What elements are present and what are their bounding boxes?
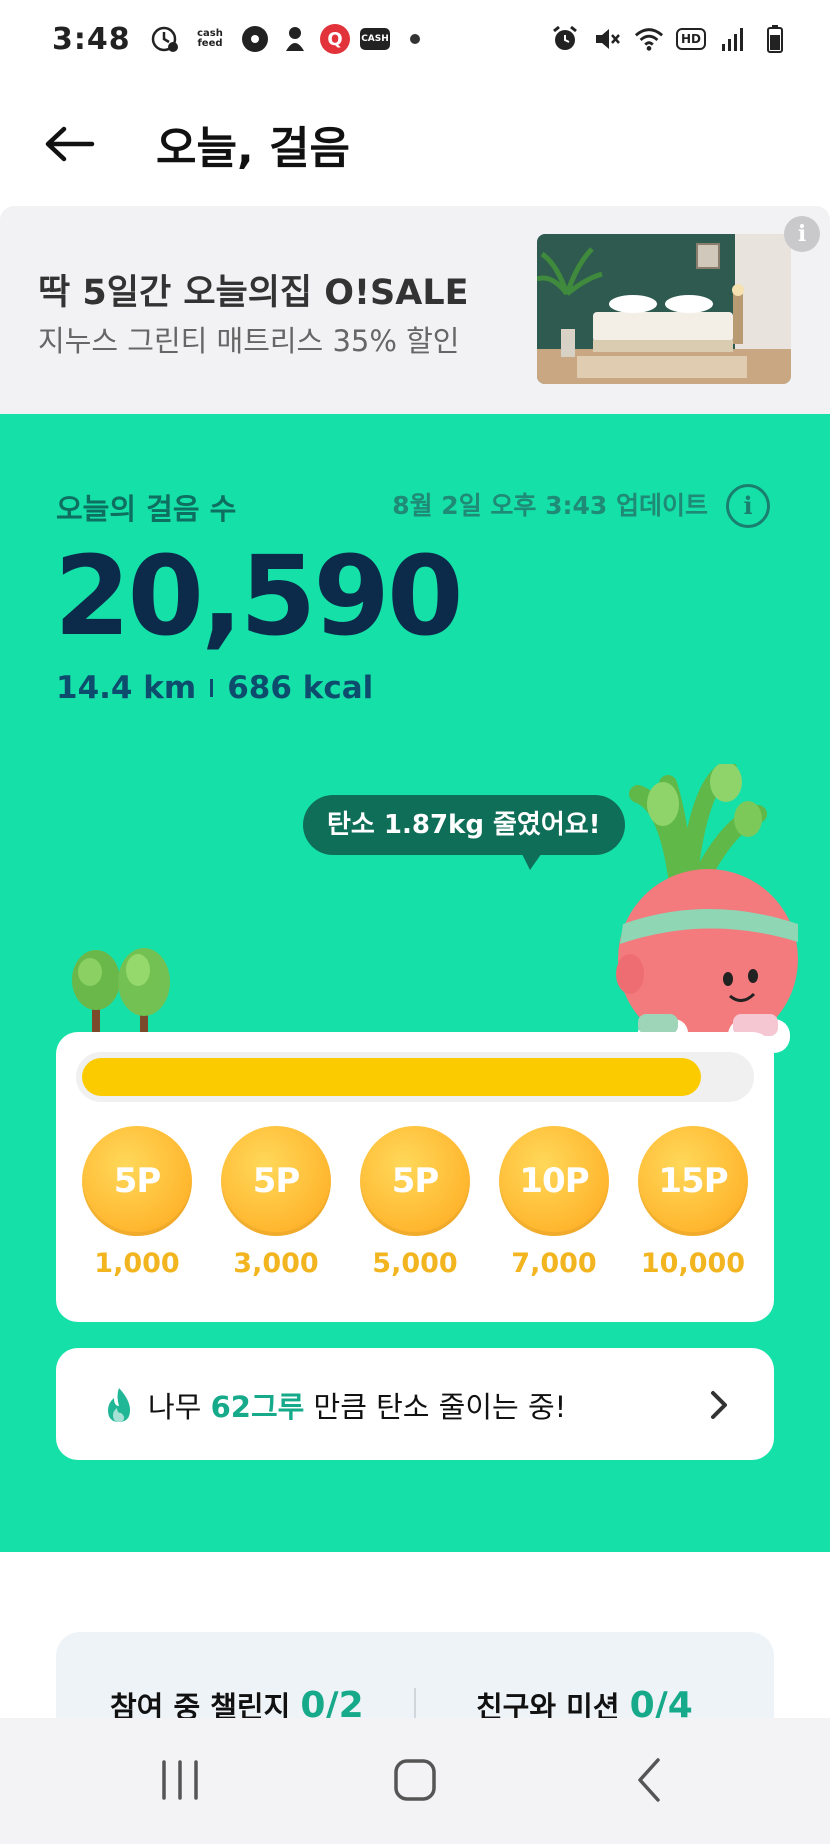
ad-title: 딱 5일간 오늘의집 O!SALE <box>38 273 469 313</box>
wifi-icon <box>634 24 664 54</box>
system-back-button[interactable] <box>620 1750 680 1810</box>
milestone-item[interactable]: 5P 5,000 <box>360 1126 470 1279</box>
tree-count: 62그루 <box>210 1390 305 1424</box>
hd-icon: HD <box>676 28 706 50</box>
chevron-right-icon <box>711 1391 727 1419</box>
carbon-card[interactable]: 나무 62그루 만큼 탄소 줄이는 중! <box>56 1348 774 1460</box>
q-app-icon: Q <box>320 24 350 54</box>
bubble-tail <box>520 850 544 870</box>
mascot-illustration <box>608 760 808 1074</box>
lower-section: 참여 중 챌린지 0/2 친구와 미션 0/4 <box>0 1552 830 1832</box>
progress-fill <box>82 1058 701 1096</box>
alarm-icon <box>550 24 580 54</box>
stats-divider <box>210 679 214 697</box>
milestone-item[interactable]: 5P 3,000 <box>221 1126 331 1279</box>
milestone-steps: 3,000 <box>233 1248 319 1279</box>
dot-icon <box>400 24 430 54</box>
carbon-prefix: 나무 <box>148 1390 211 1424</box>
home-button[interactable] <box>385 1750 445 1810</box>
carbon-bubble: 탄소 1.87kg 줄였어요! <box>303 795 625 855</box>
signal-icon <box>718 24 748 54</box>
carbon-text: 나무 62그루 만큼 탄소 줄이는 중! <box>148 1384 566 1426</box>
arrow-left-icon <box>45 126 95 162</box>
mascot-badge-icon <box>280 24 310 54</box>
cash-app-icon: CASH <box>360 28 390 50</box>
ad-mattress-image[interactable] <box>537 234 791 384</box>
milestone-item[interactable]: 5P 1,000 <box>82 1126 192 1279</box>
reward-coin[interactable]: 5P <box>360 1126 470 1236</box>
milestone-item[interactable]: 10P 7,000 <box>499 1126 609 1279</box>
status-left-icons: cash feed Q CASH <box>150 24 430 54</box>
app-header: 오늘, 걸음 <box>0 84 830 206</box>
ad-subtitle: 지누스 그린티 매트리스 35% 할인 <box>38 324 460 358</box>
chevron-left-icon <box>638 1758 660 1802</box>
flame-icon <box>108 1388 130 1422</box>
back-button[interactable] <box>40 114 100 174</box>
steps-label: 오늘의 걸음 수 <box>56 492 237 526</box>
cashfeed-icon: cash feed <box>197 28 223 49</box>
status-right-icons: HD <box>550 24 790 54</box>
system-nav-bar <box>0 1718 830 1844</box>
carbon-suffix: 만큼 탄소 줄이는 중! <box>304 1390 567 1424</box>
reward-coin[interactable]: 15P <box>638 1126 748 1236</box>
calories-value: 686 kcal <box>227 670 374 706</box>
recent-apps-button[interactable] <box>150 1750 210 1810</box>
milestone-steps: 1,000 <box>94 1248 180 1279</box>
milestone-item[interactable]: 15P 10,000 <box>638 1126 748 1279</box>
gear-badge-icon <box>240 24 270 54</box>
page-title: 오늘, 걸음 <box>156 123 350 174</box>
info-icon[interactable]: i <box>726 484 770 528</box>
ad-info-icon[interactable]: i <box>784 216 820 252</box>
milestone-steps: 10,000 <box>640 1248 746 1279</box>
recent-apps-icon <box>162 1760 198 1800</box>
milestone-list: 5P 1,000 5P 3,000 5P 5,000 10P 7,000 15P… <box>56 1126 774 1279</box>
reward-coin[interactable]: 5P <box>82 1126 192 1236</box>
status-time: 3:48 <box>52 22 131 57</box>
mute-icon <box>592 24 622 54</box>
steps-section: 오늘의 걸음 수 8월 2일 오후 3:43 업데이트 i 20,590 14.… <box>0 414 830 1552</box>
clock-badge-icon <box>150 24 180 54</box>
milestone-steps: 7,000 <box>511 1248 597 1279</box>
steps-count: 20,590 <box>54 532 463 660</box>
battery-icon <box>760 24 790 54</box>
reward-coin[interactable]: 10P <box>499 1126 609 1236</box>
ad-banner[interactable]: 딱 5일간 오늘의집 O!SALE 지누스 그린티 매트리스 35% 할인 i <box>0 206 830 414</box>
distance-value: 14.4 km <box>56 670 197 706</box>
status-bar: 3:48 cash feed Q CASH HD <box>0 0 830 84</box>
update-time: 8월 2일 오후 3:43 업데이트 <box>392 491 708 520</box>
reward-coin[interactable]: 5P <box>221 1126 331 1236</box>
progress-card: 5P 1,000 5P 3,000 5P 5,000 10P 7,000 15P… <box>56 1032 774 1322</box>
home-icon <box>394 1759 436 1801</box>
progress-track <box>76 1052 754 1102</box>
steps-stats: 14.4 km 686 kcal <box>56 670 373 706</box>
milestone-steps: 5,000 <box>372 1248 458 1279</box>
